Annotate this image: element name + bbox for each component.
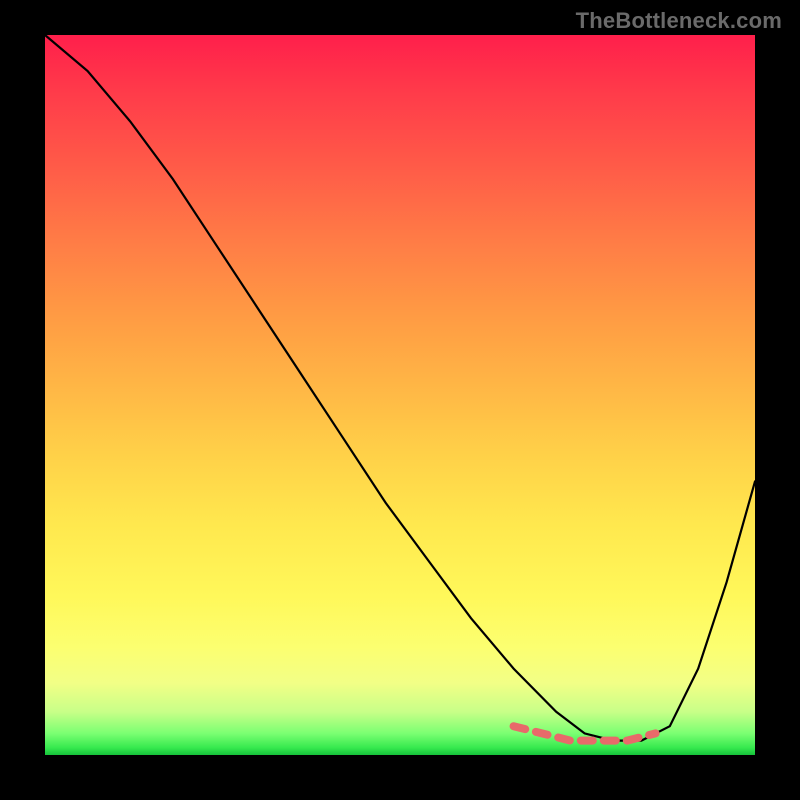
watermark-text: TheBottleneck.com <box>576 8 782 34</box>
chart-frame: TheBottleneck.com <box>0 0 800 800</box>
chart-svg <box>45 35 755 755</box>
bottleneck-curve <box>45 35 755 741</box>
chart-plot-area <box>45 35 755 755</box>
